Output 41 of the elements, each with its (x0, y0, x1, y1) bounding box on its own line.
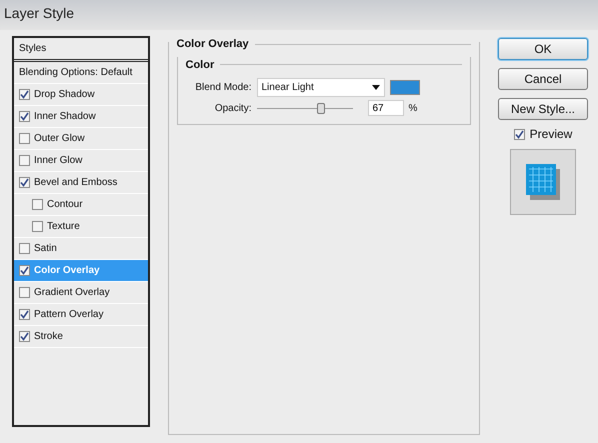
unit-label: % (408, 102, 418, 116)
preview-label: Preview (530, 126, 572, 143)
list-item[interactable]: Drop Shadow (14, 84, 148, 106)
dialog-button[interactable]: OK (498, 38, 588, 60)
checkbox[interactable] (19, 331, 30, 342)
list-header: Styles (19, 42, 46, 56)
group-title: Color (186, 58, 214, 72)
checkbox[interactable] (32, 221, 43, 232)
opacity-field[interactable]: 67 (368, 100, 404, 116)
checkbox[interactable] (19, 265, 30, 276)
checkbox[interactable] (19, 177, 30, 188)
color-swatch[interactable] (390, 80, 420, 95)
style-preview-drawing (525, 163, 561, 201)
checkbox[interactable] (19, 89, 30, 100)
window-title: Layer Style (4, 5, 74, 21)
dialog-button[interactable]: New Style... (498, 98, 588, 120)
field-label: Opacity: (214, 102, 252, 116)
section-title: Color Overlay (176, 37, 249, 52)
list-item[interactable]: Outer Glow (14, 128, 148, 150)
list-item[interactable]: Pattern Overlay (14, 304, 148, 326)
checkbox[interactable] (19, 111, 30, 122)
list-item[interactable]: Blending Options: Default (14, 62, 148, 84)
checkbox[interactable] (19, 287, 30, 298)
list-item[interactable]: Stroke (14, 326, 148, 348)
checkbox[interactable] (514, 128, 525, 140)
list-item[interactable]: Inner Shadow (14, 106, 148, 128)
checkbox[interactable] (19, 155, 30, 166)
list-item[interactable]: Bevel and Emboss (14, 172, 148, 194)
dialog-button[interactable]: Cancel (498, 68, 588, 90)
blend-mode-dropdown[interactable]: Linear Light (256, 78, 384, 97)
opacity-slider[interactable] (256, 104, 352, 112)
list-item[interactable]: Contour (14, 194, 148, 216)
caret-icon (372, 85, 380, 90)
checkbox[interactable] (32, 199, 43, 210)
list-item[interactable]: Inner Glow (14, 150, 148, 172)
list-item[interactable]: Gradient Overlay (14, 282, 148, 304)
list-item[interactable]: Texture (14, 216, 148, 238)
checkbox[interactable] (19, 133, 30, 144)
checkbox[interactable] (19, 309, 30, 320)
field-label: Blend Mode: (194, 81, 252, 95)
checkbox[interactable] (19, 243, 30, 254)
